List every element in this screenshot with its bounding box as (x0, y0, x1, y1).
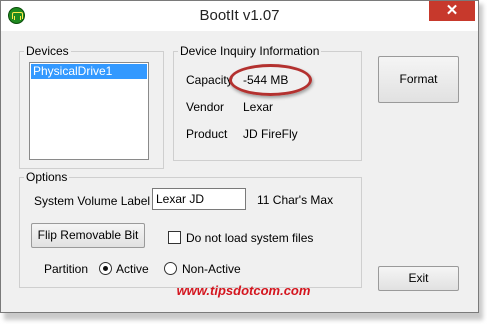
do-not-load-label: Do not load system files (186, 231, 314, 245)
char-limit-note: 11 Char's Max (257, 193, 334, 207)
partition-nonactive-radio[interactable] (164, 262, 177, 275)
format-button[interactable]: Format (378, 56, 459, 103)
volume-label: System Volume Label (34, 194, 151, 208)
capacity-label: Capacity (186, 73, 233, 87)
options-legend: Options (26, 170, 68, 184)
flip-removable-bit-button[interactable]: Flip Removable Bit (31, 223, 145, 248)
close-button[interactable]: ✕ (429, 1, 475, 21)
product-value: JD FireFly (243, 127, 298, 141)
partition-nonactive-label: Non-Active (182, 262, 241, 276)
watermark-text: www.tipsdotcom.com (176, 283, 311, 298)
vendor-value: Lexar (243, 100, 274, 114)
volume-label-input[interactable]: Lexar JD (152, 188, 246, 210)
title-bar: BootIt v1.07 ✕ (1, 1, 478, 31)
vendor-label: Vendor (186, 100, 225, 114)
partition-active-label: Active (116, 262, 149, 276)
device-inquiry-legend: Device Inquiry Information (180, 44, 320, 58)
devices-legend: Devices (26, 44, 69, 58)
bootit-window: BootIt v1.07 ✕ Devices PhysicalDrive1 De… (0, 0, 479, 313)
partition-active-radio[interactable] (99, 262, 112, 275)
devices-listbox[interactable]: PhysicalDrive1 (29, 62, 149, 160)
window-title: BootIt v1.07 (199, 7, 280, 24)
partition-label: Partition (44, 262, 89, 276)
capacity-highlight-ellipse (229, 64, 312, 96)
do-not-load-checkbox[interactable] (168, 231, 181, 244)
product-label: Product (186, 127, 228, 141)
device-item-physicaldrive1[interactable]: PhysicalDrive1 (31, 64, 147, 79)
